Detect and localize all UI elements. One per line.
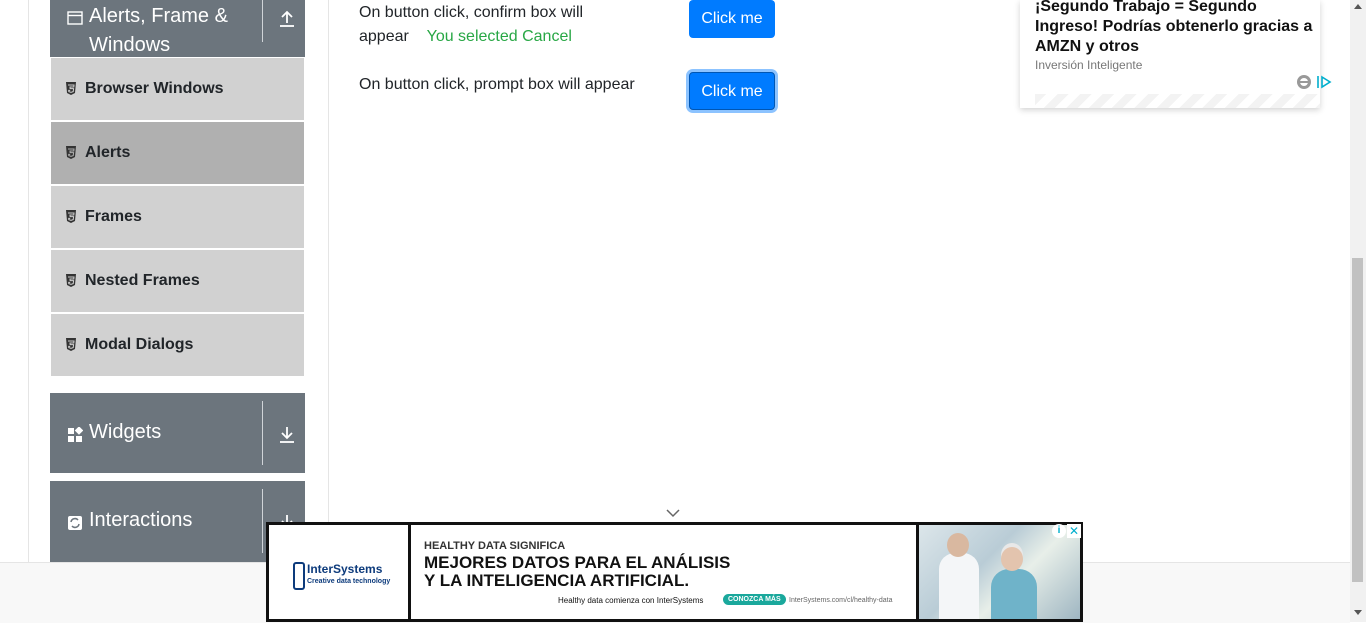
- group-separator: [262, 401, 263, 465]
- sidebar-item-label: Alerts: [85, 144, 131, 161]
- intersystems-logo-icon: [293, 562, 305, 590]
- sidebar-item-frames[interactable]: Frames: [51, 186, 304, 248]
- ad-tagline: Creative data technology: [307, 578, 391, 585]
- group-separator: [262, 489, 263, 553]
- ad-pattern: [1035, 94, 1320, 108]
- main-column-border: [328, 0, 329, 562]
- html-icon: [66, 274, 76, 287]
- sidebar-item-label: Frames: [85, 208, 142, 225]
- scrollbar-thumb[interactable]: [1352, 258, 1363, 582]
- scroll-up-arrow-icon[interactable]: [1354, 4, 1362, 9]
- html-icon: [66, 210, 76, 223]
- sidebar-advertisement[interactable]: ¡Segundo Trabajo = Segundo Ingreso! Podr…: [1020, 0, 1332, 108]
- sidebar-item-label: Nested Frames: [85, 272, 200, 289]
- collapse-arrow-icon[interactable]: [278, 9, 296, 29]
- confirm-button[interactable]: Click me: [689, 0, 775, 38]
- sidebar-item-browser-windows[interactable]: Browser Windows: [51, 58, 304, 120]
- expand-arrow-icon[interactable]: [278, 424, 296, 444]
- ad-eyebrow: HEALTHY DATA SIGNIFICA: [424, 540, 566, 552]
- adchoices-icon[interactable]: [1316, 75, 1332, 89]
- ad-url: InterSystems.com/cl/healthy-data: [789, 597, 893, 604]
- group-title: Interactions: [89, 509, 193, 531]
- window-icon: [67, 11, 83, 25]
- ad-photo: [919, 525, 1080, 619]
- interactions-icon: [68, 516, 82, 530]
- close-icon[interactable]: ✕: [1067, 524, 1081, 538]
- confirm-description: On button click, confirm box will appear…: [359, 4, 584, 45]
- group-title: Alerts, Frame & Windows: [89, 5, 228, 56]
- ad-headline: MEJORES DATOS PARA EL ANÁLISIS Y LA INTE…: [424, 553, 731, 590]
- sidebar-item-nested-frames[interactable]: Nested Frames: [51, 250, 304, 312]
- ad-cta-button[interactable]: CONOZCA MÁS: [723, 594, 786, 605]
- ad-subline: Healthy data comienza con InterSystems: [558, 596, 704, 605]
- ad-privacy-icon[interactable]: [1296, 74, 1312, 90]
- bottom-banner-ad[interactable]: InterSystems Creative data technology HE…: [266, 522, 1083, 622]
- confirm-result: You selected Cancel: [426, 28, 572, 45]
- chevron-down-icon[interactable]: [666, 508, 680, 518]
- ad-headline[interactable]: ¡Segundo Trabajo = Segundo Ingreso! Podr…: [1035, 0, 1320, 57]
- group-title: Widgets: [89, 421, 162, 443]
- html-icon: [66, 338, 76, 351]
- ad-text-panel: HEALTHY DATA SIGNIFICA MEJORES DATOS PAR…: [411, 525, 916, 619]
- html-icon: [66, 82, 76, 95]
- ad-logo: InterSystems Creative data technology: [269, 525, 408, 619]
- prompt-button[interactable]: Click me: [689, 72, 775, 110]
- left-column-border: [28, 0, 29, 562]
- ad-source: Inversión Inteligente: [1035, 58, 1143, 72]
- group-header-alerts-frame-windows[interactable]: Alerts, Frame & Windows: [50, 0, 305, 57]
- html-icon: [66, 146, 76, 159]
- ad-info-icon[interactable]: i: [1052, 524, 1066, 538]
- sidebar-item-label: Browser Windows: [85, 80, 224, 97]
- group-separator: [262, 0, 263, 42]
- group-header-widgets[interactable]: Widgets: [50, 393, 305, 473]
- ad-brand: InterSystems: [307, 562, 383, 576]
- widgets-icon: [68, 427, 83, 442]
- prompt-description: On button click, prompt box will appear: [359, 76, 635, 93]
- sidebar-item-label: Modal Dialogs: [85, 336, 194, 353]
- sidebar-item-modal-dialogs[interactable]: Modal Dialogs: [51, 314, 304, 376]
- sidebar-item-alerts[interactable]: Alerts: [51, 122, 304, 184]
- scroll-down-arrow-icon[interactable]: [1354, 610, 1362, 615]
